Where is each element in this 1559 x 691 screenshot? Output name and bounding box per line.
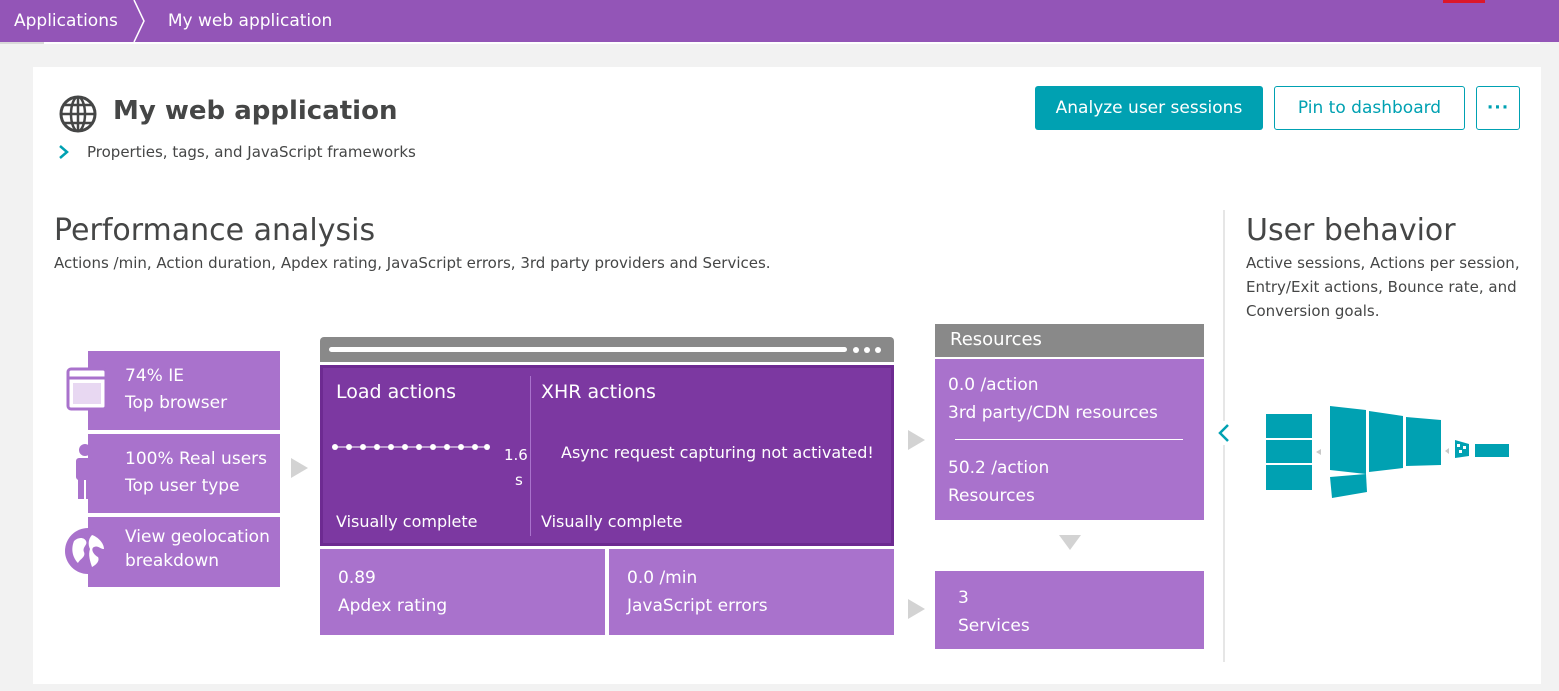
top-user-type-label: Top user type (125, 476, 240, 496)
apdex-label: Apdex rating (338, 596, 448, 616)
properties-link-label: Properties, tags, and JavaScript framewo… (87, 143, 416, 161)
resources-header: Resources (935, 324, 1204, 357)
breadcrumb: Applications My web application (0, 0, 1559, 42)
user-behavior-title: User behavior (1246, 213, 1456, 248)
geolocation-label: View geolocation breakdown (125, 527, 270, 571)
browser-dot-icon (853, 347, 859, 353)
breadcrumb-separator-icon (133, 0, 145, 42)
top-browser-tile[interactable]: 74% IE Top browser (88, 351, 280, 430)
load-actions-value: 1.6 (504, 446, 528, 464)
browser-url-bar (329, 347, 847, 352)
resources-value: 50.2 /action (948, 458, 1050, 478)
third-party-label: 3rd party/CDN resources (948, 403, 1158, 423)
xhr-actions-footer: Visually complete (541, 512, 683, 531)
top-browser-value: 74% IE (125, 366, 184, 386)
browser-dot-icon (875, 347, 881, 353)
flow-arrow-down-icon (1059, 535, 1081, 550)
user-behavior-description: Active sessions, Actions per session, En… (1246, 254, 1520, 320)
flow-arrow-icon (291, 458, 308, 478)
breadcrumb-current: My web application (167, 11, 333, 31)
javascript-errors-value: 0.0 /min (627, 568, 698, 588)
topbar-accent (1443, 0, 1485, 3)
breadcrumb-applications[interactable]: Applications (0, 0, 144, 42)
flow-arrow-icon (908, 599, 925, 619)
world-map-icon (65, 528, 111, 574)
user-icon (76, 444, 94, 499)
load-actions-title[interactable]: Load actions (336, 381, 456, 403)
geolocation-tile[interactable]: View geolocation breakdown (88, 517, 280, 587)
top-user-type-value: 100% Real users (125, 449, 267, 469)
properties-expander[interactable]: Properties, tags, and JavaScript framewo… (57, 143, 416, 161)
top-browser-label: Top browser (125, 393, 228, 413)
xhr-actions-title[interactable]: XHR actions (541, 381, 656, 403)
header-strip-inner (44, 42, 1540, 44)
performance-analysis-title: Performance analysis (54, 213, 376, 248)
services-value: 3 (958, 588, 969, 608)
chevron-left-icon[interactable] (1215, 421, 1233, 445)
actions-column-divider (530, 376, 531, 536)
load-actions-footer: Visually complete (336, 512, 478, 531)
application-overview-card: My web application Properties, tags, and… (33, 67, 1541, 684)
top-user-type-tile[interactable]: 100% Real users Top user type (88, 434, 280, 513)
third-party-value: 0.0 /action (948, 375, 1039, 395)
flow-arrow-icon (908, 430, 925, 450)
more-options-button[interactable]: ··· (1476, 86, 1520, 130)
resources-divider (955, 439, 1183, 440)
apdex-value: 0.89 (338, 568, 376, 588)
user-behavior-funnel-icon[interactable] (1261, 402, 1511, 502)
load-actions-unit: s (515, 471, 523, 489)
globe-icon (59, 95, 97, 133)
pin-to-dashboard-button[interactable]: Pin to dashboard (1274, 86, 1465, 130)
services-label: Services (958, 616, 1030, 636)
resources-tile[interactable]: 0.0 /action 3rd party/CDN resources 50.2… (935, 359, 1204, 520)
resources-label: Resources (948, 486, 1035, 506)
chevron-right-icon (59, 145, 69, 159)
browser-dot-icon (864, 347, 870, 353)
load-actions-sparkline (332, 444, 490, 450)
browser-window-icon (66, 367, 108, 411)
user-actions-panel: Load actions 1.6 s Visually complete XHR… (320, 365, 894, 546)
javascript-errors-label: JavaScript errors (627, 596, 768, 616)
performance-analysis-description: Actions /min, Action duration, Apdex rat… (54, 254, 771, 272)
javascript-errors-tile[interactable]: 0.0 /min JavaScript errors (609, 549, 894, 635)
analyze-user-sessions-button[interactable]: Analyze user sessions (1035, 86, 1263, 130)
browser-frame-bar (320, 337, 894, 362)
services-tile[interactable]: 3 Services (935, 571, 1204, 649)
page-title: My web application (113, 96, 398, 126)
xhr-actions-message: Async request capturing not activated! (561, 443, 874, 462)
apdex-tile[interactable]: 0.89 Apdex rating (320, 549, 605, 635)
